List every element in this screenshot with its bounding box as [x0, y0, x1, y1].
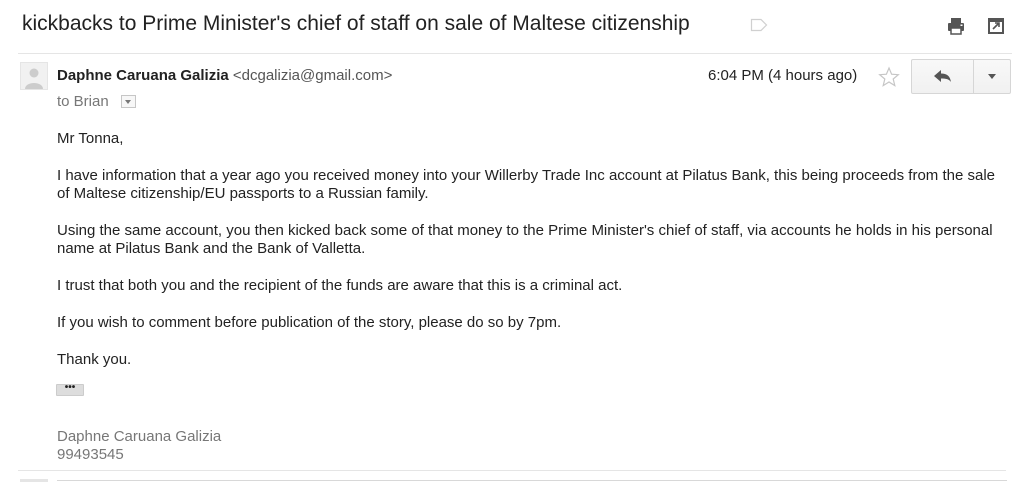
- header-divider: [18, 53, 1012, 54]
- greeting: Mr Tonna,: [57, 130, 124, 147]
- reply-button-group: [911, 59, 1011, 94]
- body-paragraph: If you wish to comment before publicatio…: [57, 314, 562, 331]
- sender-email: <dcgalizia@gmail.com>: [232, 67, 393, 84]
- email-view: kickbacks to Prime Minister's chief of s…: [0, 0, 1021, 482]
- recipient-details-chevron-down-icon[interactable]: [120, 94, 136, 108]
- recipient-label: to Brian: [57, 93, 109, 110]
- print-icon[interactable]: [946, 16, 966, 36]
- signature-name: Daphne Caruana Galizia: [57, 428, 222, 445]
- footer-divider: [18, 470, 1006, 471]
- sender-name[interactable]: Daphne Caruana Galizia: [57, 67, 229, 84]
- person-avatar-icon: [25, 68, 43, 89]
- subject-bar: kickbacks to Prime Minister's chief of s…: [0, 0, 1021, 52]
- signature: Daphne Caruana Galizia 99493545: [57, 428, 221, 464]
- more-actions-chevron-down-icon[interactable]: [974, 60, 1010, 93]
- sender-avatar[interactable]: [20, 62, 48, 90]
- body-paragraph: I trust that both you and the recipient …: [57, 277, 623, 294]
- next-message-border-stub: [57, 480, 1007, 481]
- message-body: Mr Tonna, I have information that a year…: [57, 130, 1007, 388]
- body-paragraph: Thank you.: [57, 351, 132, 368]
- signature-phone: 99493545: [57, 446, 124, 463]
- message-timestamp: 6:04 PM (4 hours ago): [708, 67, 858, 84]
- label-tag-icon[interactable]: [750, 18, 768, 32]
- email-subject: kickbacks to Prime Minister's chief of s…: [22, 12, 690, 35]
- reply-arrow-icon: [934, 70, 951, 82]
- sender-line: Daphne Caruana Galizia <dcgalizia@gmail.…: [57, 67, 392, 84]
- body-paragraph: Using the same account, you then kicked …: [57, 222, 993, 257]
- reply-button[interactable]: [912, 60, 974, 93]
- recipient-line: to Brian: [57, 93, 136, 110]
- open-in-new-window-icon[interactable]: [986, 16, 1006, 36]
- star-icon[interactable]: [878, 66, 900, 88]
- body-paragraph: I have information that a year ago you r…: [57, 167, 995, 202]
- show-trimmed-content-button[interactable]: •••: [56, 383, 84, 396]
